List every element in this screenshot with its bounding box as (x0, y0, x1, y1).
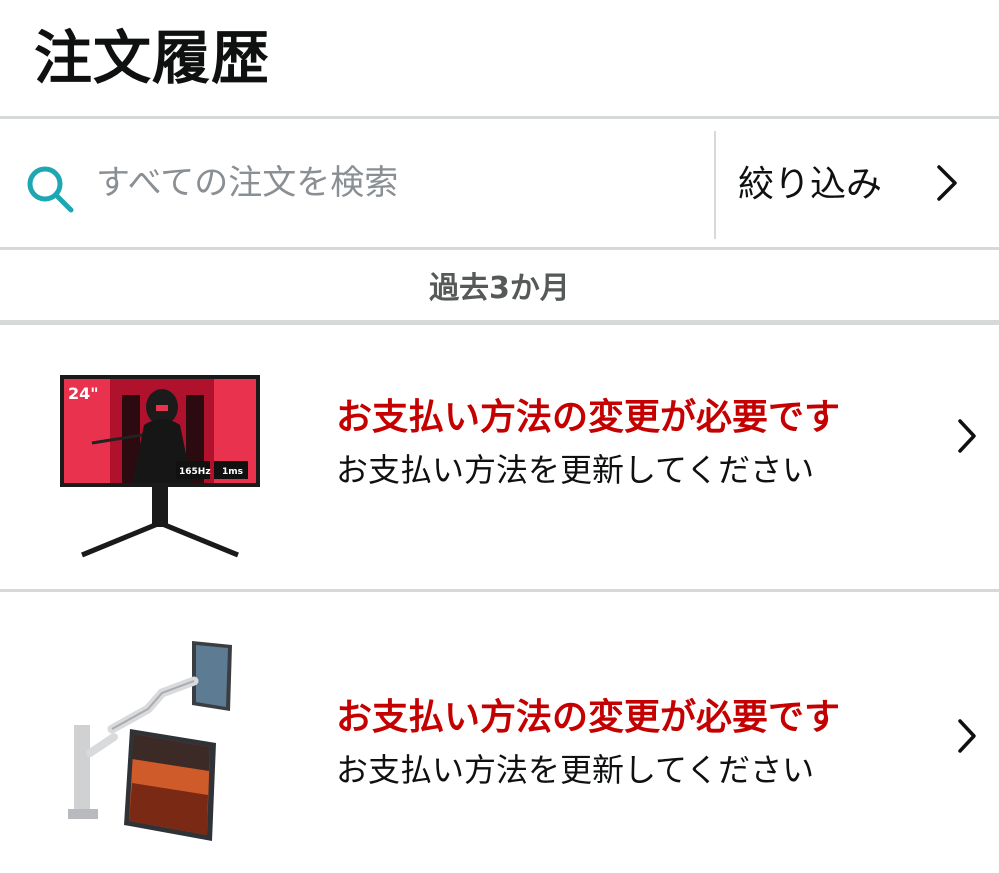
period-header: 過去3か月 (429, 271, 570, 306)
header: 注文履歴 (0, 0, 999, 116)
search-icon[interactable] (24, 163, 76, 215)
divider (0, 589, 999, 592)
order-item[interactable]: お支払い方法の変更が必要です お支払い方法を更新してください (0, 593, 999, 858)
order-history-page: 注文履歴 絞り込み 過去3か月 (0, 0, 999, 873)
chevron-right-icon (958, 719, 976, 753)
size-badge: 24" (68, 384, 99, 403)
filter-button[interactable]: 絞り込み (718, 119, 999, 247)
filter-label: 絞り込み (738, 164, 883, 205)
monitor-product-image: 24" 165Hz 1ms (60, 375, 260, 558)
order-status: お支払い方法の変更が必要です (336, 397, 841, 438)
chevron-right-icon (958, 419, 976, 453)
order-subtext: お支払い方法を更新してください (336, 751, 815, 789)
monitor-arm-product-image (68, 641, 232, 841)
refresh-badge: 165Hz (179, 467, 211, 477)
chevron-right-icon (937, 165, 957, 201)
page-title: 注文履歴 (34, 24, 271, 92)
vertical-divider (714, 131, 716, 239)
search-row: 絞り込み (0, 119, 999, 247)
response-badge: 1ms (222, 467, 243, 477)
order-subtext: お支払い方法を更新してください (336, 451, 815, 489)
search-input[interactable] (96, 149, 696, 217)
order-item[interactable]: 24" 165Hz 1ms お支払い方法の変更が必要です お支払い方法を更新して… (0, 325, 999, 590)
order-status: お支払い方法の変更が必要です (336, 697, 841, 738)
